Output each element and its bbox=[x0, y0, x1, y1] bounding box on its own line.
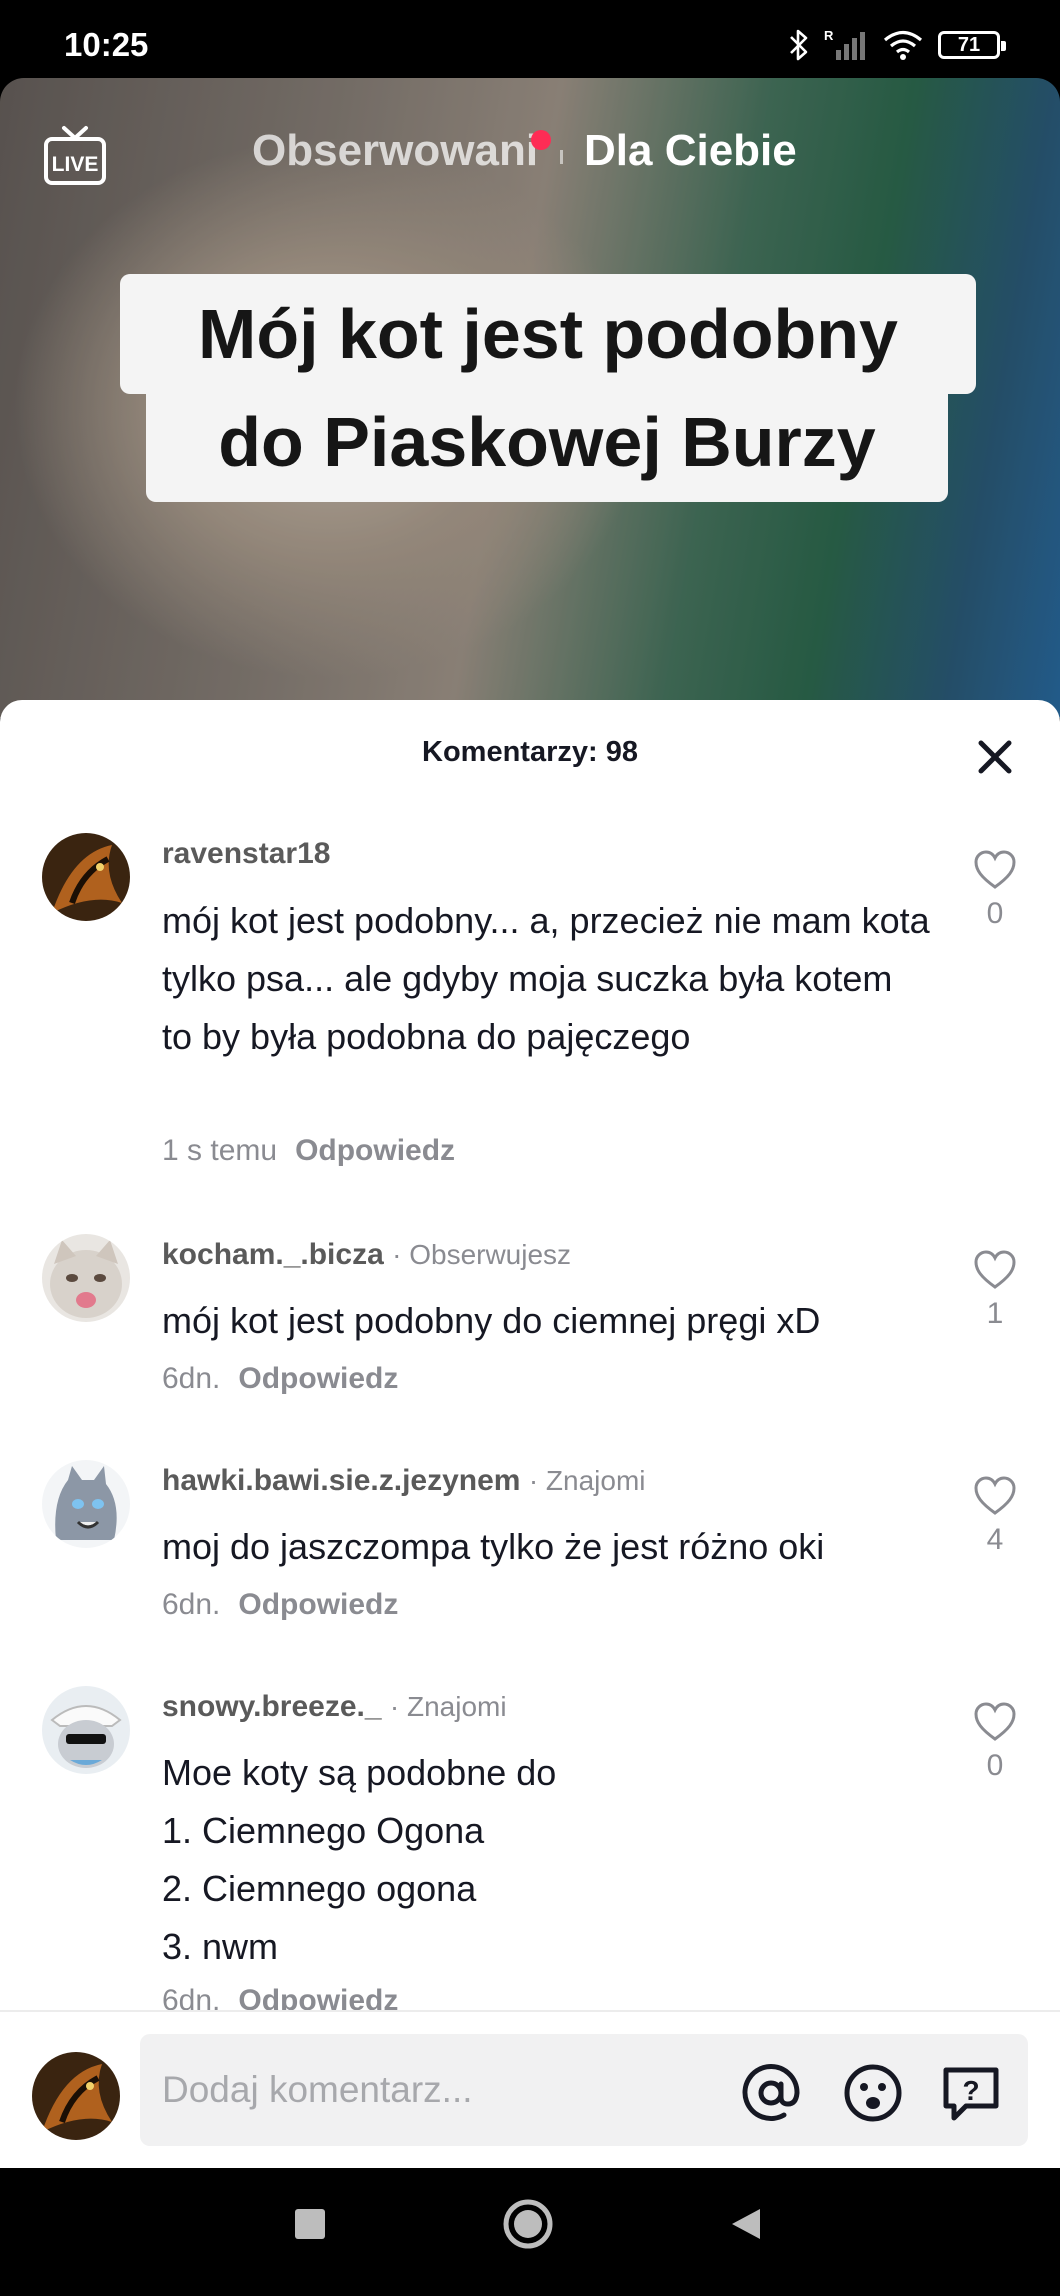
comment-text: mój kot jest podobny... a, przecież nie … bbox=[162, 900, 930, 1057]
video-caption-line1: Mój kot jest podobny bbox=[120, 274, 976, 394]
emoji-button[interactable] bbox=[842, 2062, 904, 2124]
back-triangle-icon bbox=[732, 2209, 760, 2239]
comment-text-line: 3. nwm bbox=[162, 1926, 279, 1967]
cellular-signal-icon: R bbox=[824, 28, 865, 60]
like-count: 0 bbox=[986, 897, 1004, 930]
comment-username[interactable]: ravenstar18 bbox=[162, 837, 330, 871]
comment-time: 6dn. bbox=[162, 1984, 221, 2012]
comments-header: Komentarzy: 98 bbox=[0, 700, 1060, 804]
question-button[interactable]: ? bbox=[940, 2062, 1002, 2124]
svg-text:?: ? bbox=[962, 2075, 979, 2106]
comment-text-line: 1. Ciemnego Ogona bbox=[162, 1810, 485, 1851]
like-button[interactable]: 1 bbox=[970, 1250, 1020, 1331]
like-button[interactable]: 0 bbox=[970, 1702, 1020, 1783]
new-content-dot bbox=[531, 130, 551, 150]
avatar[interactable] bbox=[42, 1234, 130, 1322]
my-avatar bbox=[32, 2052, 120, 2140]
avatar[interactable] bbox=[42, 833, 130, 921]
comment-input-box[interactable]: ? bbox=[140, 2034, 1028, 2146]
bluetooth-icon bbox=[790, 29, 808, 61]
heart-icon bbox=[974, 1476, 1016, 1515]
comment-input[interactable] bbox=[162, 2062, 722, 2118]
mention-button[interactable] bbox=[740, 2062, 802, 2124]
status-bar: 10:25 R 71 bbox=[0, 0, 1060, 78]
video-caption-line2: do Piaskowej Burzy bbox=[146, 382, 948, 502]
comment-meta: 6dn. Odpowiedz bbox=[162, 1362, 398, 1396]
back-button[interactable] bbox=[728, 2206, 764, 2247]
comment-item: snowy.breeze._ · Znajomi Moe koty są pod… bbox=[0, 1656, 1060, 2012]
like-button[interactable]: 0 bbox=[970, 850, 1020, 931]
comments-count-title: Komentarzy: 98 bbox=[422, 736, 638, 768]
reply-button[interactable]: Odpowiedz bbox=[238, 1362, 398, 1395]
comment-time: 6dn. bbox=[162, 1588, 221, 1621]
comment-time: 6dn. bbox=[162, 1362, 221, 1395]
live-label: LIVE bbox=[52, 153, 99, 176]
like-button[interactable]: 4 bbox=[970, 1476, 1020, 1557]
comment-username[interactable]: hawki.bawi.sie.z.jezynem · Znajomi bbox=[162, 1464, 646, 1498]
comments-sheet: Komentarzy: 98 ravenstar18 mój kot jest … bbox=[0, 700, 1060, 2168]
comment-text-line: 2. Ciemnego ogona bbox=[162, 1868, 477, 1909]
tab-following[interactable]: Obserwowani bbox=[252, 126, 538, 176]
comment-item: kocham._.bicza · Obserwujesz mój kot jes… bbox=[0, 1204, 1060, 1430]
reply-button[interactable]: Odpowiedz bbox=[295, 1134, 455, 1167]
at-sign-icon bbox=[742, 2063, 800, 2121]
comment-time: 1 s temu bbox=[162, 1134, 278, 1167]
tab-separator bbox=[560, 150, 563, 164]
emoji-face-icon bbox=[844, 2064, 902, 2122]
like-count: 4 bbox=[986, 1523, 1004, 1556]
reply-button[interactable]: Odpowiedz bbox=[238, 1588, 398, 1621]
comment-username[interactable]: snowy.breeze._ · Znajomi bbox=[162, 1690, 507, 1724]
comment-item: ravenstar18 mój kot jest podobny... a, p… bbox=[0, 804, 1060, 1204]
question-bubble-icon: ? bbox=[943, 2067, 999, 2121]
status-icons: R 71 bbox=[788, 28, 1006, 62]
comment-item: hawki.bawi.sie.z.jezynem · Znajomi moj d… bbox=[0, 1430, 1060, 1656]
battery-indicator: 71 bbox=[938, 31, 1006, 59]
avatar[interactable] bbox=[42, 1686, 130, 1774]
live-button[interactable]: LIVE bbox=[42, 124, 108, 188]
comment-text: mój kot jest podobny do ciemnej pręgi xD bbox=[162, 1300, 821, 1341]
comment-username[interactable]: kocham._.bicza · Obserwujesz bbox=[162, 1238, 571, 1272]
heart-icon bbox=[974, 850, 1016, 889]
like-count: 0 bbox=[986, 1749, 1004, 1782]
comment-text: Moe koty są podobne do 1. Ciemnego Ogona… bbox=[162, 1744, 932, 1976]
wifi-icon bbox=[883, 30, 923, 60]
status-time: 10:25 bbox=[64, 26, 149, 63]
video-player[interactable]: LIVE Obserwowani Dla Ciebie Mój kot jest… bbox=[0, 78, 1060, 718]
heart-icon bbox=[974, 1250, 1016, 1289]
square-icon bbox=[295, 2209, 325, 2239]
comment-text-line: Moe koty są podobne do bbox=[162, 1752, 557, 1793]
recents-button[interactable] bbox=[292, 2206, 328, 2247]
battery-level: 71 bbox=[957, 33, 981, 56]
like-count: 1 bbox=[986, 1297, 1004, 1330]
comments-list[interactable]: ravenstar18 mój kot jest podobny... a, p… bbox=[0, 804, 1060, 2012]
relationship-tag: · Obserwujesz bbox=[392, 1239, 572, 1270]
comment-composer: ? bbox=[0, 2012, 1060, 2168]
home-button[interactable] bbox=[502, 2198, 554, 2255]
comment-meta: 1 s temu Odpowiedz bbox=[162, 1134, 455, 1168]
home-circle-icon bbox=[503, 2199, 553, 2249]
close-icon bbox=[978, 740, 1012, 774]
close-comments-button[interactable] bbox=[972, 734, 1018, 780]
heart-icon bbox=[974, 1702, 1016, 1741]
live-tv-icon: LIVE bbox=[44, 126, 106, 185]
avatar[interactable] bbox=[42, 1460, 130, 1548]
system-nav-bar bbox=[0, 2168, 1060, 2296]
svg-text:R: R bbox=[824, 28, 834, 43]
comment-meta: 6dn. Odpowiedz bbox=[162, 1984, 398, 2012]
comment-meta: 6dn. Odpowiedz bbox=[162, 1588, 398, 1622]
relationship-tag: · Znajomi bbox=[528, 1465, 646, 1496]
relationship-tag: · Znajomi bbox=[389, 1691, 507, 1722]
comment-text: moj do jaszczompa tylko że jest różno ok… bbox=[162, 1526, 825, 1567]
tab-for-you[interactable]: Dla Ciebie bbox=[584, 126, 797, 176]
reply-button[interactable]: Odpowiedz bbox=[238, 1984, 398, 2012]
